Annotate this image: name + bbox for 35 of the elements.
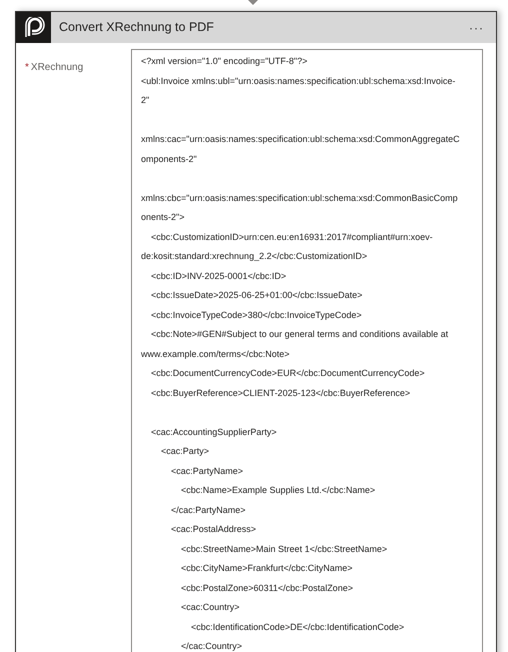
code-line: <cbc:StreetName>Main Street 1</cbc:StreetName> — [180, 544, 388, 554]
more-options-button[interactable]: ··· — [469, 18, 484, 36]
code-line: <?xml version="1.0" encoding="UTF-8"?> — [141, 56, 308, 66]
card-title: Convert XRechnung to PDF — [59, 19, 214, 36]
code-line: <cac:PartyName> — [170, 466, 244, 476]
code-line: <cbc:IdentificationCode>DE</cbc:IdentificationCode> — [190, 622, 404, 632]
code-line: <cbc:BuyerReference>CLIENT-2025-123</cbc:BuyerReference> — [150, 388, 410, 398]
code-line: onents-2"> — [141, 212, 184, 222]
code-line: xmlns:cbc="urn:oasis:names:specification:ubl:schema:xsd:CommonBasicComp — [141, 192, 458, 202]
code-line: <cbc:Note>#GEN#Subject to our general terms and conditions available at — [150, 329, 448, 339]
code-line: <cbc:DocumentCurrencyCode>EUR</cbc:DocumentCurrencyCode> — [150, 368, 425, 378]
code-line: <cac:PostalAddress> — [170, 524, 256, 534]
code-line: <ubl:Invoice xmlns:ubl="urn:oasis:names:specification:ubl:schema:xsd:Invoice- — [141, 76, 456, 86]
card-header[interactable]: Convert XRechnung to PDF ··· — [16, 12, 496, 43]
code-line: </cac:PartyName> — [170, 504, 246, 514]
code-line: <cbc:CityName>Frankfurt</cbc:CityName> — [180, 563, 353, 573]
code-line: xmlns:cac="urn:oasis:names:specification:ubl:schema:xsd:CommonAggregateC — [141, 134, 460, 144]
field-label: XRechnung — [30, 62, 84, 73]
required-mark: * — [25, 62, 29, 73]
code-line: www.example.com/terms</cbc:Note> — [141, 348, 290, 358]
code-line: omponents-2" — [141, 154, 197, 164]
code-line: <cac:Country> — [180, 602, 240, 612]
code-line: <cac:AccountingSupplierParty> — [150, 426, 277, 436]
code-line: <cbc:CustomizationID>urn:cen.eu:en16931:2017#compliant#urn:xoev- — [150, 232, 433, 242]
code-line: <cbc:ID>INV-2025-0001</cbc:ID> — [150, 270, 286, 280]
code-line: <cbc:IssueDate>2025-06-25+01:00</cbc:IssueDate> — [150, 290, 362, 300]
code-line: <cbc:InvoiceTypeCode>380</cbc:InvoiceTypeCode> — [150, 310, 362, 320]
arrow-down-icon — [247, 0, 259, 6]
code-line: <cbc:Name>Example Supplies Ltd.</cbc:Name> — [180, 485, 376, 495]
code-line: 2" — [141, 95, 150, 105]
code-line: </cac:Country> — [180, 641, 242, 651]
code-line: de:kosit:standard:xrechnung_2.2</cbc:CustomizationID> — [141, 251, 368, 261]
code-line: <cbc:PostalZone>60311</cbc:PostalZone> — [180, 582, 353, 592]
xml-input-field[interactable] — [131, 49, 483, 652]
code-line: <cac:Party> — [160, 446, 210, 456]
